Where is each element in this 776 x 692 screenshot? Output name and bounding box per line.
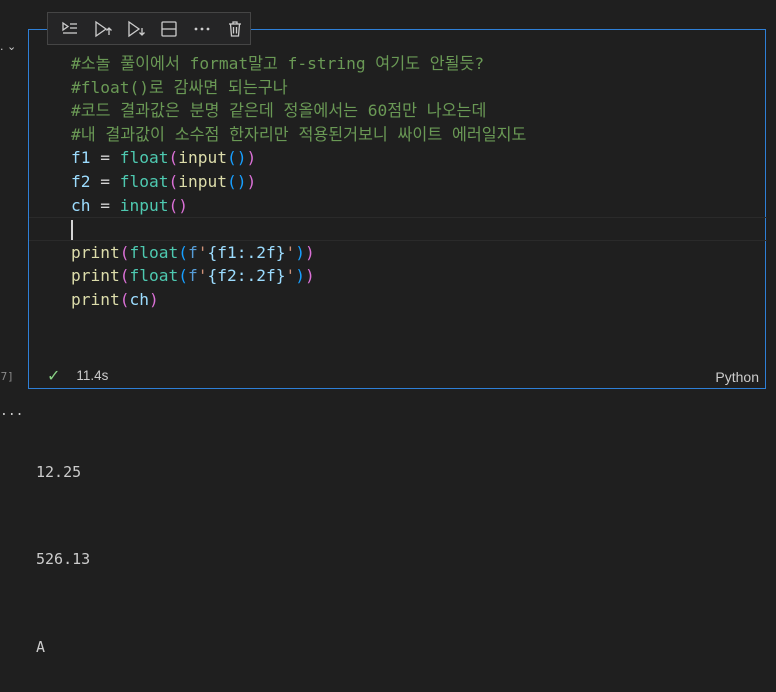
code-bracket: ) xyxy=(246,171,257,191)
code-function: input xyxy=(178,148,227,168)
code-string: ' xyxy=(285,242,296,262)
code-fstring-prefix: f xyxy=(187,266,198,286)
code-string: ' xyxy=(197,266,208,286)
code-line xyxy=(29,217,767,241)
code-function: float xyxy=(119,171,169,191)
code-comment: #내 결과값이 소수점 한자리만 적용된거보니 싸이트 에러일지도 xyxy=(71,124,527,144)
code-line: #내 결과값이 소수점 한자리만 적용된거보니 싸이트 에러일지도 xyxy=(71,123,761,147)
code-fstring-prefix: f xyxy=(187,242,198,262)
code-function: print xyxy=(71,289,120,309)
code-comment: #float()로 감싸면 되는구나 xyxy=(71,77,288,97)
code-bracket: ( xyxy=(168,171,179,191)
code-function: float xyxy=(129,266,179,286)
code-bracket: ( xyxy=(178,242,188,262)
cell-output: 12.25 526.13 A xyxy=(36,399,90,692)
code-line: f1 = float(input()) xyxy=(71,146,761,170)
cell-status: ✓ 11.4s xyxy=(47,366,108,385)
code-bracket: ) xyxy=(304,266,315,286)
code-bracket: () xyxy=(226,148,247,168)
code-function: float xyxy=(119,148,169,168)
code-fstring-expr: {f1:.2f} xyxy=(207,242,286,262)
code-function: float xyxy=(129,242,179,262)
code-operator: = xyxy=(90,195,120,215)
output-line: 12.25 xyxy=(36,462,82,481)
more-actions-icon[interactable] xyxy=(186,16,217,42)
code-bracket: ( xyxy=(178,266,188,286)
code-bracket: ) xyxy=(304,242,315,262)
code-variable: f2 xyxy=(71,171,91,191)
code-bracket: ) xyxy=(148,289,159,309)
code-bracket: () xyxy=(226,171,247,191)
code-line: print(ch) xyxy=(71,288,761,312)
code-line: print(float(f'{f2:.2f}')) xyxy=(71,264,761,288)
code-line: print(float(f'{f1:.2f}')) xyxy=(71,241,761,265)
code-bracket: ) xyxy=(295,242,305,262)
split-cell-icon[interactable] xyxy=(153,16,184,42)
code-line: #float()로 감싸면 되는구나 xyxy=(71,76,761,100)
success-check-icon: ✓ xyxy=(47,366,61,385)
code-function: input xyxy=(178,171,227,191)
code-function: print xyxy=(71,266,120,286)
code-operator: = xyxy=(90,148,120,168)
code-line: #코드 결과값은 분명 같은데 정올에서는 60점만 나오는데 xyxy=(71,99,761,123)
code-variable: f1 xyxy=(71,148,91,168)
cell-collapse-chevron[interactable]: . ⌄ xyxy=(0,40,26,54)
code-bracket: () xyxy=(168,195,188,215)
execute-below-icon[interactable] xyxy=(120,16,151,42)
code-comment: #소놀 풀이에서 format말고 f-string 여기도 안될듯? xyxy=(71,54,485,73)
code-string: ' xyxy=(285,266,296,286)
code-bracket: ( xyxy=(168,148,179,168)
output-more-dots[interactable]: ... xyxy=(0,404,23,419)
code-cell[interactable]: #소놀 풀이에서 format말고 f-string 여기도 안될듯? #floa… xyxy=(28,29,767,389)
code-operator: = xyxy=(90,171,120,191)
code-editor[interactable]: #소놀 풀이에서 format말고 f-string 여기도 안될듯? #floa… xyxy=(29,52,767,312)
execution-duration: 11.4s xyxy=(76,368,109,383)
code-line: ch = input() xyxy=(71,194,761,218)
code-fstring-expr: {f2:.2f} xyxy=(207,266,286,286)
code-comment: #코드 결과값은 분명 같은데 정올에서는 60점만 나오는데 xyxy=(71,101,487,121)
code-bracket: ) xyxy=(246,148,257,168)
code-string: ' xyxy=(197,242,208,262)
code-function: print xyxy=(71,242,120,262)
code-variable: ch xyxy=(71,195,91,215)
execute-above-icon[interactable] xyxy=(87,16,118,42)
delete-icon[interactable] xyxy=(219,16,250,42)
output-line: 526.13 xyxy=(36,550,91,569)
execution-count: 17] xyxy=(0,370,14,383)
cell-toolbar xyxy=(47,12,251,45)
run-by-line-icon[interactable] xyxy=(54,16,85,42)
code-line: #소놀 풀이에서 format말고 f-string 여기도 안될듯? xyxy=(71,52,761,76)
output-line: A xyxy=(36,638,46,657)
language-picker[interactable]: Python xyxy=(715,369,759,385)
text-cursor xyxy=(71,219,73,240)
code-bracket: ) xyxy=(295,266,305,286)
code-function: input xyxy=(119,195,169,215)
code-variable: ch xyxy=(129,289,149,309)
code-line: f2 = float(input()) xyxy=(71,170,761,194)
